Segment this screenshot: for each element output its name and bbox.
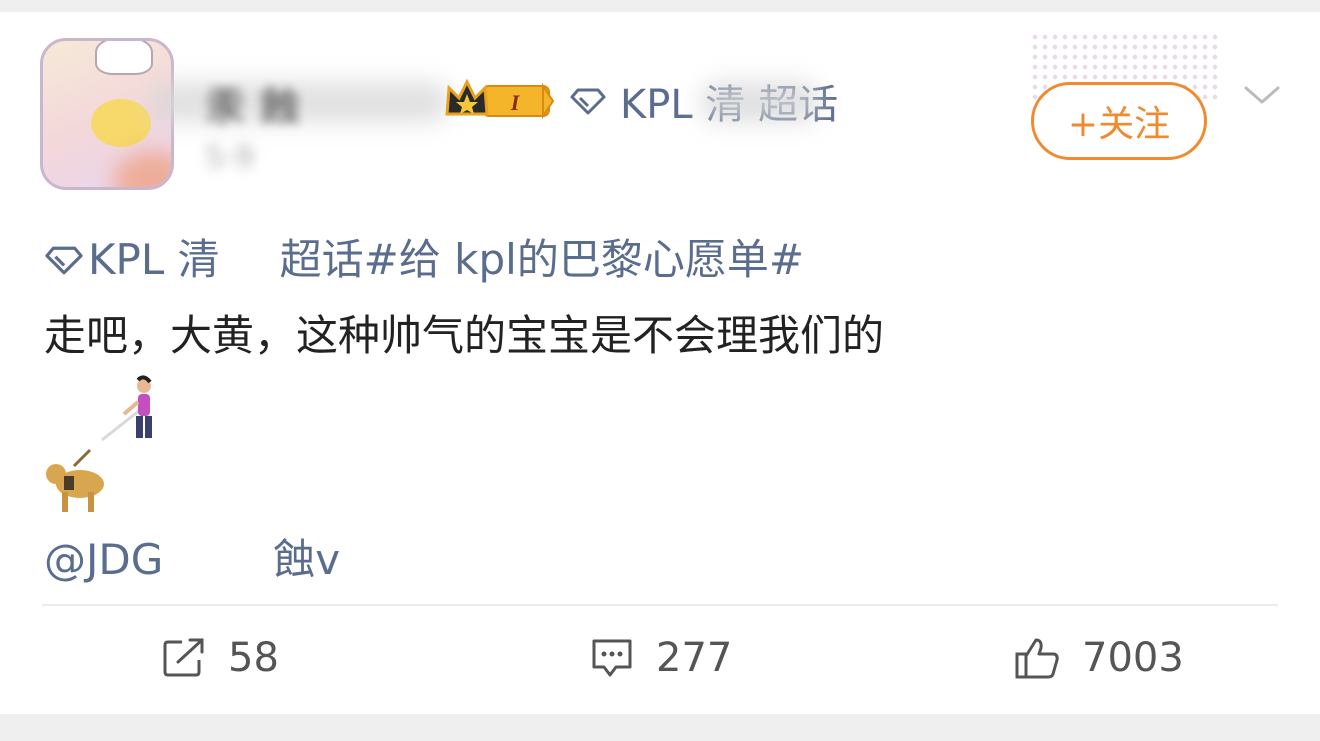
like-count: 7003	[1082, 635, 1184, 681]
person-with-white-cane-icon	[101, 375, 152, 442]
post-text: 走吧，大黄，这种帅气的宝宝是不会理我们的	[44, 311, 885, 360]
supertopic-blurred: ​	[220, 222, 280, 298]
post-body: KPL 清 ​ 超话 #给 kpl的巴黎心愿单# 走吧，大黄，这种帅气的宝宝是不…	[44, 222, 1284, 598]
avatar-character	[91, 99, 151, 147]
mention-prefix[interactable]: @JDG	[44, 535, 163, 584]
weibo-post-card: 汞 蝕 I KPL 清 超话 5-9 +关注 KPL 清 ​ 超话	[0, 12, 1320, 714]
supertopic-blur	[700, 82, 820, 122]
hashtag-link[interactable]: #给 kpl的巴黎心愿单#	[364, 222, 804, 298]
chevron-down-icon[interactable]	[1242, 82, 1282, 108]
supertopic-link[interactable]: KPL 清	[88, 222, 220, 298]
mention-blurred: ​	[163, 522, 273, 598]
post-time: 5-9	[205, 140, 254, 175]
author-name-row[interactable]: 汞 蝕	[205, 74, 301, 132]
avatar-cat-decoration	[95, 41, 153, 75]
avatar-blurred-area	[113, 151, 171, 187]
diamond-icon	[45, 246, 83, 275]
comment-icon	[592, 639, 632, 677]
like-button[interactable]: 7003	[1014, 630, 1184, 686]
guide-dog-icon	[46, 448, 104, 512]
emoji-person-with-cane	[44, 374, 1284, 448]
mention-suffix[interactable]: 蝕v	[273, 535, 340, 584]
repost-icon	[163, 638, 204, 677]
follow-button[interactable]: +关注	[1031, 82, 1207, 160]
diamond-icon	[570, 88, 606, 115]
repost-count: 58	[228, 635, 279, 681]
thumbs-up-icon	[1015, 638, 1059, 679]
repost-button[interactable]: 58	[162, 630, 279, 686]
topic-line: KPL 清 ​ 超话 #给 kpl的巴黎心愿单#	[44, 222, 1284, 298]
crown-level-badge-icon: I	[445, 78, 555, 120]
level-number: I	[510, 90, 521, 115]
comment-button[interactable]: 277	[590, 630, 732, 686]
author-name[interactable]: 汞 蝕	[205, 74, 301, 132]
mention-line[interactable]: @JDG​蝕v	[44, 522, 1284, 598]
comment-count: 277	[656, 635, 733, 681]
divider	[42, 604, 1278, 606]
emoji-guide-dog	[44, 448, 1284, 522]
supertopic-suffix[interactable]: 超话	[280, 222, 364, 298]
